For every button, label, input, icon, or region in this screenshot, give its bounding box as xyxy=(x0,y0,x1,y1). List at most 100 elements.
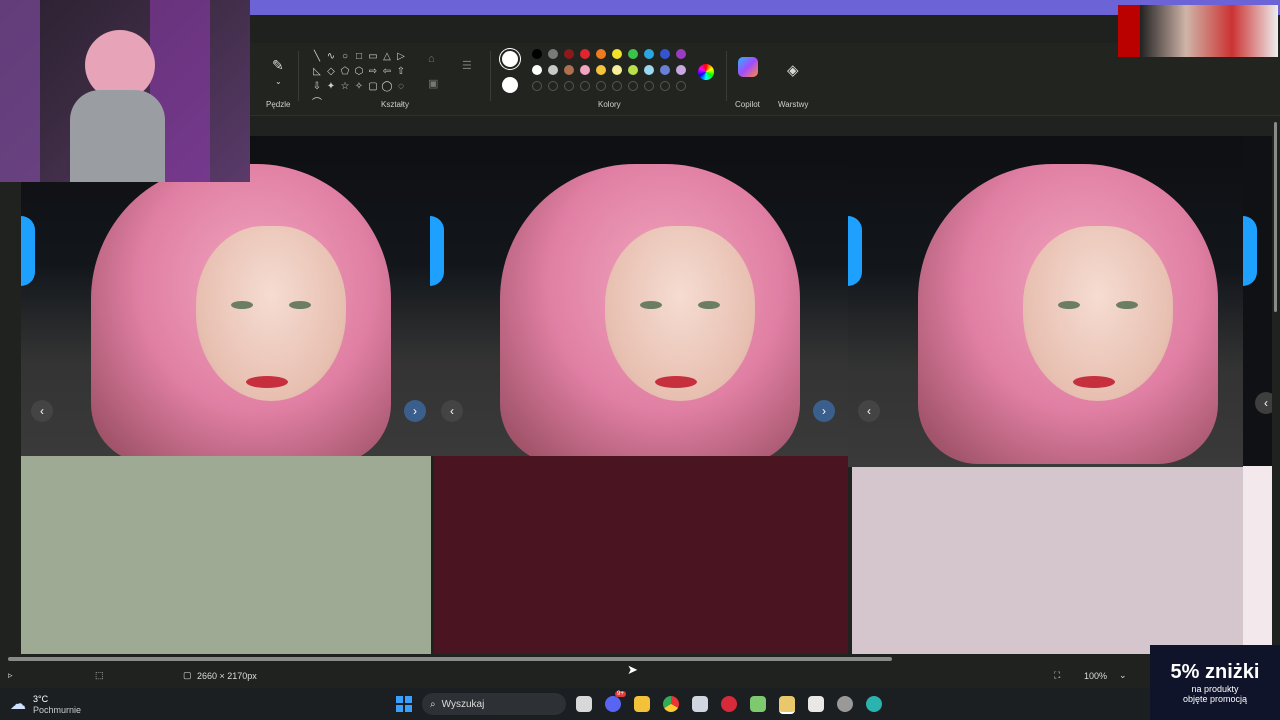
shape-icon[interactable]: ╲ xyxy=(310,49,324,64)
primary-color[interactable] xyxy=(502,51,518,67)
color-swatch[interactable] xyxy=(676,65,686,75)
shape-icon[interactable]: ⬡ xyxy=(352,64,366,79)
shape-icon[interactable]: ⌒ xyxy=(310,94,324,109)
custom-color-slot[interactable] xyxy=(596,81,606,91)
custom-color-slot[interactable] xyxy=(548,81,558,91)
windows-icon xyxy=(396,696,403,703)
shape-icon[interactable]: ✦ xyxy=(324,79,338,94)
shape-icon[interactable]: ▢ xyxy=(366,79,380,94)
shape-icon[interactable]: ∿ xyxy=(324,49,338,64)
app-icon[interactable] xyxy=(692,696,708,712)
custom-color-slot[interactable] xyxy=(612,81,622,91)
shapes-label: Kształty xyxy=(381,100,410,109)
shape-icon[interactable]: ⇧ xyxy=(394,64,408,79)
custom-color-slot[interactable] xyxy=(564,81,574,91)
scroll-thumb[interactable] xyxy=(1274,122,1277,312)
shape-icon[interactable]: △ xyxy=(380,49,394,64)
app-icon[interactable] xyxy=(837,696,853,712)
custom-color-slot[interactable] xyxy=(628,81,638,91)
shape-icon[interactable]: ◇ xyxy=(324,64,338,79)
divider xyxy=(298,51,299,101)
secondary-color[interactable] xyxy=(502,77,518,93)
shapes-gallery[interactable]: ╲ ∿ ○ □ ▭ △ ▷ ◺ ◇ ⬠ ⬡ ⇨ ⇦ ⇧ ⇩ ✦ ☆ ✧ ▢ ◯ ◌ ⌒ xyxy=(310,49,410,109)
custom-color-slot[interactable] xyxy=(660,81,670,91)
color-swatch[interactable] xyxy=(676,49,686,59)
color-swatch[interactable] xyxy=(612,49,622,59)
color-swatch[interactable] xyxy=(660,65,670,75)
color-swatch[interactable] xyxy=(532,49,542,59)
chrome-icon[interactable] xyxy=(663,696,679,712)
brushes-button[interactable]: ✎ ⌄ xyxy=(266,53,290,93)
outline-icon[interactable]: ⌂ xyxy=(428,53,435,65)
custom-color-slot[interactable] xyxy=(676,81,686,91)
chevron-right-icon: › xyxy=(822,404,826,418)
task-view-icon[interactable] xyxy=(576,696,592,712)
shape-icon[interactable]: ◯ xyxy=(380,79,394,94)
shape-options-icon[interactable]: ☰ xyxy=(462,59,472,72)
shape-icon[interactable]: ⇦ xyxy=(380,64,394,79)
color-swatch[interactable] xyxy=(548,65,558,75)
shape-icon[interactable]: ⇩ xyxy=(310,79,324,94)
shape-icon[interactable]: ◌ xyxy=(394,79,408,94)
color-wheel-icon[interactable] xyxy=(698,64,714,80)
color-swatch[interactable] xyxy=(644,49,654,59)
fit-to-window-icon[interactable]: ⛶ xyxy=(1054,670,1060,681)
taskbar-search[interactable]: ⌕ Wyszukaj xyxy=(422,693,566,715)
discord-icon[interactable]: 9+ xyxy=(605,691,626,712)
shape-icon[interactable]: ⬠ xyxy=(338,64,352,79)
color-swatch[interactable] xyxy=(628,65,638,75)
carousel-prev-button[interactable]: ‹ xyxy=(858,400,880,422)
chevron-down-icon: ⌄ xyxy=(275,77,282,86)
carousel-next-button[interactable]: › xyxy=(813,400,835,422)
shape-icon[interactable]: ▷ xyxy=(394,49,408,64)
copilot-button[interactable] xyxy=(738,57,758,77)
shape-icon[interactable]: ⇨ xyxy=(366,64,380,79)
shape-icon[interactable]: ✧ xyxy=(352,79,366,94)
paint-icon[interactable] xyxy=(779,696,795,714)
shape-icon[interactable]: ○ xyxy=(338,49,352,64)
app-icon[interactable] xyxy=(750,696,766,712)
paint-canvas[interactable]: ‹ › ‹ › ‹ ‹ xyxy=(0,136,1272,654)
promo-overlay: 5% zniżki na produkty objęte promocją xyxy=(1150,645,1280,720)
color-palette[interactable] xyxy=(532,49,686,91)
color-swatch[interactable] xyxy=(580,49,590,59)
carousel-prev-button[interactable]: ‹ xyxy=(31,400,53,422)
custom-color-slot[interactable] xyxy=(532,81,542,91)
start-button[interactable] xyxy=(396,696,412,712)
layers-icon[interactable]: ◈ xyxy=(787,61,799,79)
fabric-crop xyxy=(434,456,848,654)
carousel-next-button[interactable]: › xyxy=(404,400,426,422)
shape-icon[interactable]: ◺ xyxy=(310,64,324,79)
zoom-level[interactable]: 100% xyxy=(1084,671,1107,681)
color-swatch[interactable] xyxy=(596,65,606,75)
color-swatch[interactable] xyxy=(580,65,590,75)
color-swatch[interactable] xyxy=(628,49,638,59)
chevron-down-icon[interactable]: ⌄ xyxy=(1119,670,1127,681)
color-swatch[interactable] xyxy=(660,49,670,59)
color-swatch[interactable] xyxy=(612,65,622,75)
carousel-prev-button[interactable]: ‹ xyxy=(441,400,463,422)
app-icon[interactable] xyxy=(808,696,824,712)
color-swatch[interactable] xyxy=(548,49,558,59)
file-explorer-icon[interactable] xyxy=(634,696,650,712)
stream-overlay-banner xyxy=(1118,5,1278,57)
notification-badge: 9+ xyxy=(615,691,626,697)
carousel-prev-button[interactable]: ‹ xyxy=(1255,392,1272,414)
custom-color-slot[interactable] xyxy=(580,81,590,91)
scroll-thumb[interactable] xyxy=(8,657,892,661)
shape-icon[interactable]: ☆ xyxy=(338,79,352,94)
color-swatch[interactable] xyxy=(564,49,574,59)
custom-color-slot[interactable] xyxy=(644,81,654,91)
browser-icon[interactable] xyxy=(866,696,882,712)
shape-icon[interactable]: □ xyxy=(352,49,366,64)
fill-icon[interactable]: ▣ xyxy=(428,77,438,90)
search-icon: ⌕ xyxy=(430,698,436,710)
color-swatch[interactable] xyxy=(564,65,574,75)
color-swatch[interactable] xyxy=(596,49,606,59)
color-swatch[interactable] xyxy=(644,65,654,75)
shape-icon[interactable]: ▭ xyxy=(366,49,380,64)
app-icon[interactable] xyxy=(721,696,737,712)
color-swatch[interactable] xyxy=(532,65,542,75)
vertical-scrollbar[interactable] xyxy=(1272,116,1280,656)
weather-widget[interactable]: ☁ 3°C Pochmurnie xyxy=(10,692,100,716)
